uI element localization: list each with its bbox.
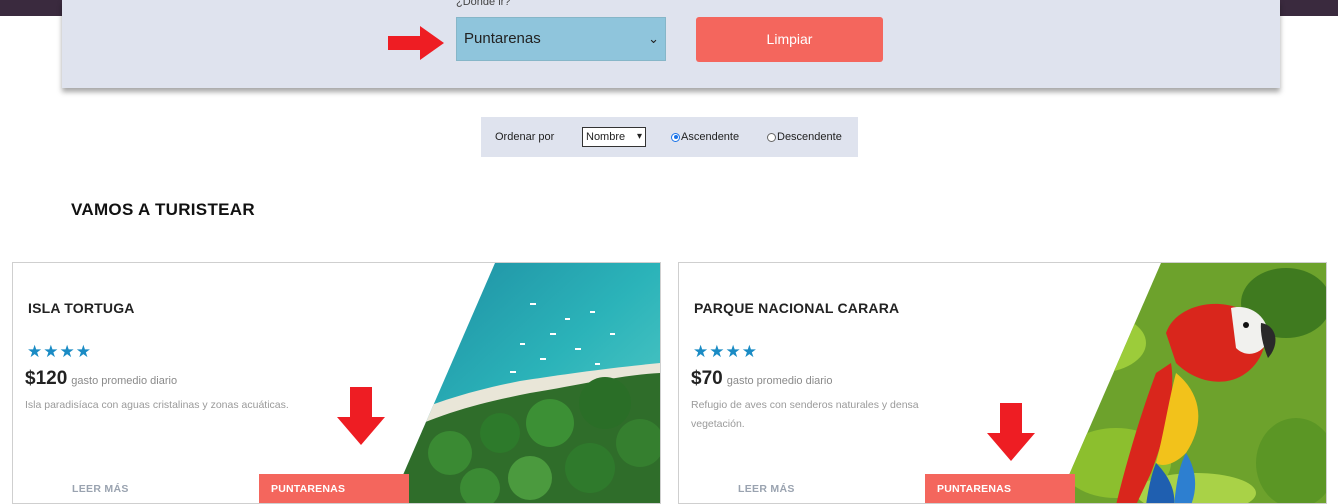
sort-label: Ordenar por	[495, 131, 555, 143]
chevron-down-icon: ▾	[636, 131, 642, 142]
sort-bar: Ordenar por Nombre ▾ Ascendente Descende…	[481, 117, 858, 157]
section-title: VAMOS A TURISTEAR	[71, 200, 255, 219]
clear-button[interactable]: Limpiar	[696, 17, 883, 62]
chevron-down-icon: ⌄	[648, 31, 659, 46]
rating-stars-icon: ★★★★	[27, 342, 92, 361]
card-title: PARQUE NACIONAL CARARA	[694, 300, 900, 316]
radio-dot-selected[interactable]	[671, 132, 680, 142]
card-description: Refugio de aves con senderos naturales y…	[691, 399, 919, 430]
region-tag[interactable]: PUNTARENAS	[925, 474, 1075, 503]
price-note: gasto promedio diario	[726, 375, 833, 387]
red-arrow-right-icon	[388, 26, 444, 60]
radio-ascending[interactable]: Ascendente	[671, 131, 739, 143]
destination-card[interactable]: ISLA TORTUGA ★★★★ $120 gasto promedio di…	[12, 262, 661, 504]
read-more-link[interactable]: LEER MÁS	[738, 483, 795, 495]
hero-background-right	[1280, 0, 1338, 16]
destination-select-value: Puntarenas	[464, 30, 541, 47]
scarlet-macaw-image	[1056, 263, 1326, 503]
price-block: $70 gasto promedio diario	[691, 368, 833, 390]
price-value: $120	[25, 368, 68, 389]
price-value: $70	[691, 368, 723, 389]
radio-ascending-label: Ascendente	[681, 131, 740, 143]
red-arrow-down-icon	[337, 387, 385, 445]
sort-select-value: Nombre	[586, 131, 626, 143]
aerial-beach-island-image	[390, 263, 660, 503]
hero-background-left	[0, 0, 62, 16]
red-arrow-down-icon	[987, 403, 1035, 461]
rating-stars-icon: ★★★★	[693, 342, 758, 361]
radio-dot[interactable]	[767, 132, 776, 142]
radio-descending[interactable]: Descendente	[767, 131, 842, 143]
where-label: ¿Donde ir?	[456, 0, 511, 8]
price-note: gasto promedio diario	[71, 375, 178, 387]
card-title: ISLA TORTUGA	[28, 300, 135, 316]
card-description: Isla paradisíaca con aguas cristalinas y…	[25, 399, 289, 411]
destination-card[interactable]: PARQUE NACIONAL CARARA ★★★★ $70 gasto pr…	[678, 262, 1327, 504]
destination-select[interactable]: Puntarenas ⌄	[456, 17, 666, 61]
radio-descending-label: Descendente	[777, 131, 842, 143]
price-block: $120 gasto promedio diario	[25, 368, 177, 390]
sort-select[interactable]: Nombre ▾	[582, 127, 646, 147]
read-more-link[interactable]: LEER MÁS	[72, 483, 129, 495]
region-tag[interactable]: PUNTARENAS	[259, 474, 409, 503]
filter-panel	[62, 0, 1280, 88]
